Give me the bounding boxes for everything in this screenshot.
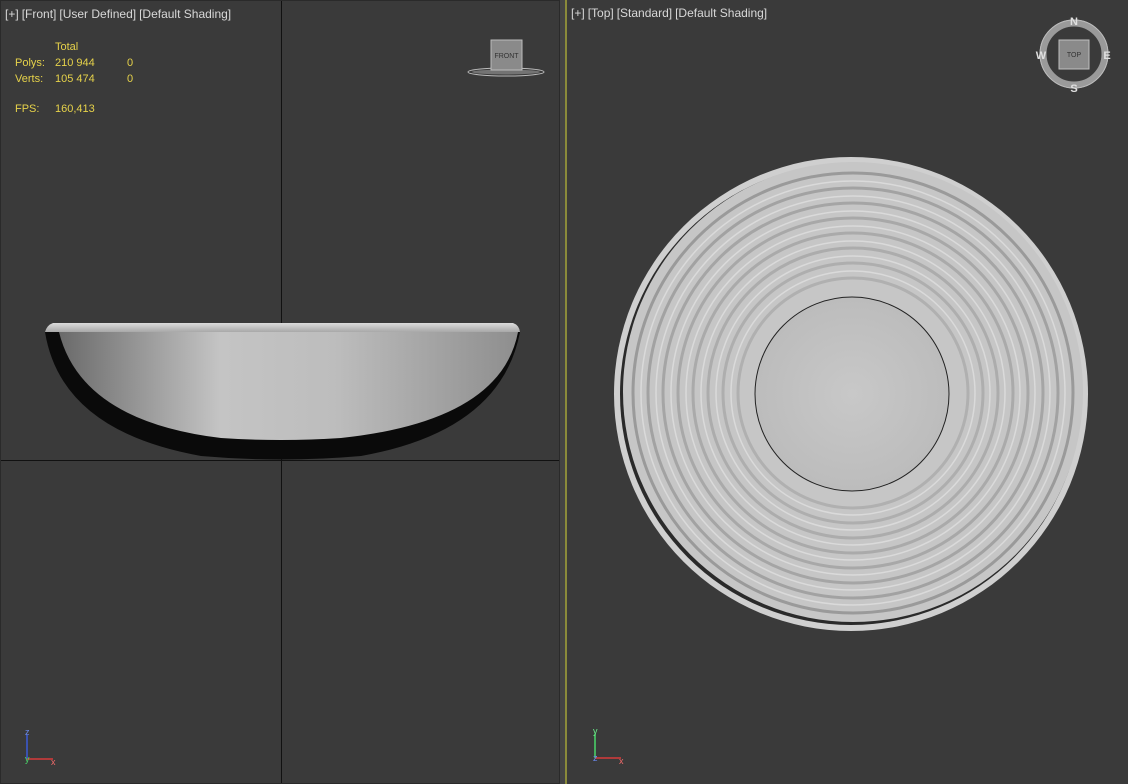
viewport-shading-menu[interactable]: [Default Shading] (139, 7, 231, 21)
stats-total: 105 474 (55, 73, 95, 85)
bowl-rim (45, 323, 520, 332)
viewport-point-of-view-menu[interactable]: [Front] (22, 7, 57, 21)
svg-text:y: y (593, 726, 598, 736)
front-bowl-render: FRONT z x y (25, 39, 545, 767)
fps-readout: FPS: 160,413 (15, 103, 95, 115)
axis-tripod-front: z x y (25, 727, 56, 767)
viewcube-front-label: FRONT (494, 53, 519, 60)
stats-label: Verts: (15, 73, 44, 85)
stats-row-polys: Polys: 210 944 0 (15, 55, 133, 71)
viewport-point-of-view-menu[interactable]: [Top] (588, 6, 614, 20)
bowl-base (754, 296, 950, 492)
viewport-shading-menu[interactable]: [Default Shading] (675, 6, 767, 20)
fps-label: FPS: (15, 103, 40, 115)
stats-row-verts: Verts: 105 474 0 (15, 71, 133, 87)
viewport-camera-menu[interactable]: [Standard] (617, 6, 672, 20)
stats-selected: 0 (127, 57, 134, 69)
fps-value: 160,413 (55, 103, 95, 115)
front-viewport[interactable]: FRONT z x y [+] [Front] [User Defined] [Def… (0, 0, 560, 784)
statistics-overlay: Total Polys: 210 944 0 Verts: 105 474 0 (15, 39, 133, 87)
viewport-menu-plus[interactable]: [+] (5, 7, 19, 21)
compass-west: W (1036, 50, 1047, 62)
top-viewport-labels: [+] [Top] [Standard] [Default Shading] (571, 6, 770, 20)
svg-text:z: z (25, 727, 30, 737)
viewcube-top-label: TOP (1067, 52, 1082, 59)
svg-text:x: x (51, 757, 56, 767)
stats-header-total: Total (55, 41, 79, 53)
compass-east: E (1103, 50, 1110, 62)
svg-text:z: z (593, 753, 598, 763)
top-viewport[interactable]: TOP N S E W y x z [+] [Top] [Standard] [Def… (565, 0, 1128, 784)
front-viewport-labels: [+] [Front] [User Defined] [Default Shading… (5, 7, 234, 21)
compass-south: S (1070, 83, 1077, 95)
svg-text:y: y (25, 754, 30, 764)
viewport-menu-plus[interactable]: [+] (571, 6, 585, 20)
stats-label: Polys: (15, 57, 45, 69)
stats-total: 210 944 (55, 57, 95, 69)
viewport-camera-menu[interactable]: [User Defined] (59, 7, 136, 21)
svg-text:x: x (619, 756, 624, 766)
viewcube-front[interactable]: FRONT (467, 39, 545, 77)
viewcube-top[interactable]: TOP N S E W (1036, 16, 1111, 95)
top-bowl-render: TOP N S E W y x z (593, 16, 1111, 766)
stats-selected: 0 (127, 73, 134, 85)
axis-tripod-top: y x z (593, 726, 624, 766)
compass-north: N (1070, 16, 1078, 28)
